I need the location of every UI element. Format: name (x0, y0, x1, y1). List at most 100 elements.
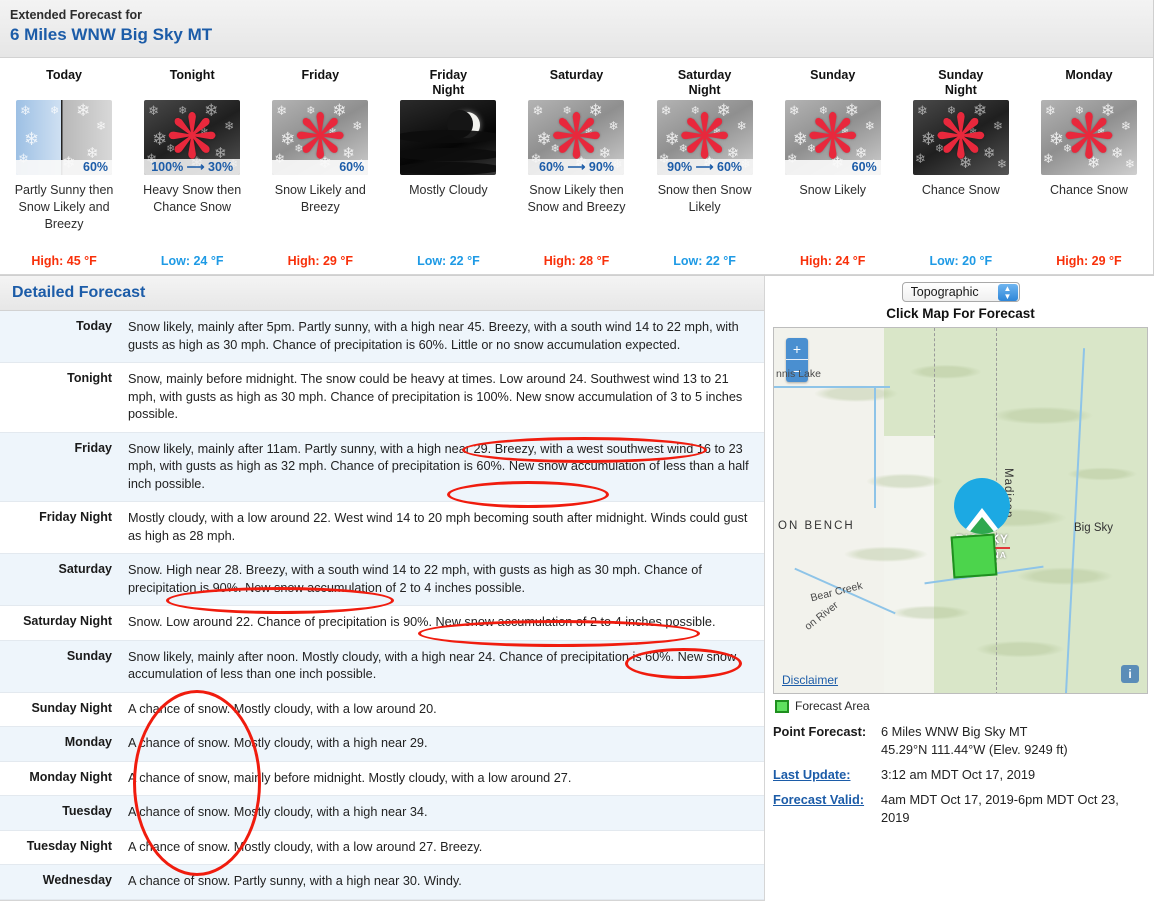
meta-row-last-update: Last Update: 3:12 am MDT Oct 17, 2019 (773, 766, 1148, 784)
forecast-card-summary: Mostly Cloudy (409, 183, 488, 197)
forecast-card-icon-wrapper: ❄❄❄❄❄❄❄❄❄❄❄❋60% ⟶ 90% (516, 100, 636, 176)
forecast-card[interactable]: Friday ❄❄❄❄❄❄❄❄❄❄❄❋60% Snow Likely and Bre… (256, 66, 384, 268)
precipitation-chance-badge: 60% (784, 160, 881, 175)
forecast-card-day: Saturday Night (677, 68, 732, 97)
forecast-area-marker[interactable] (950, 533, 998, 579)
cloud-band (400, 162, 497, 175)
detailed-forecast-panel: Detailed Forecast Today Snow likely, main… (0, 276, 765, 901)
map-river-1 (774, 386, 890, 388)
map-disclaimer-link[interactable]: Disclaimer (782, 673, 838, 687)
detailed-forecast-row: Tuesday A chance of snow. Mostly cloudy, … (0, 796, 764, 831)
forecast-card-temperature: Low: 22 °F (417, 254, 480, 268)
map-zoom-in-button[interactable]: + (786, 338, 808, 360)
detailed-forecast-rows: Today Snow likely, mainly after 5pm. Part… (0, 311, 764, 900)
map-road-dashed-2 (934, 328, 935, 438)
forecast-card[interactable]: Sunday ❄❄❄❄❄❄❄❄❄❄❄❋60% Snow Likely High: 24… (769, 66, 897, 268)
forecast-map[interactable]: + − nnis Lake ON BENCH on River Bear Cre… (773, 327, 1148, 694)
snow-likely-icon: ❄❄❄❄❄❄❄❄❄❄❄❋60% (784, 100, 881, 175)
forecast-card-icon-wrapper: ❄❄❄❄❄❄❄❄❄❄❄❋90% ⟶ 60% (645, 100, 765, 176)
detailed-forecast-row: Sunday Night A chance of snow. Mostly clo… (0, 692, 764, 727)
detailed-forecast-text: Snow, mainly before midnight. The snow c… (128, 372, 743, 421)
forecast-card-summary: Chance Snow (1050, 183, 1128, 197)
detailed-forecast-period-label: Saturday Night (23, 614, 112, 628)
forecast-card-day: Friday Night (429, 68, 468, 97)
detailed-forecast-row: Monday A chance of snow. Mostly cloudy, w… (0, 727, 764, 762)
forecast-card-strip: Today ❄❄❄❄❄❄❄❄60% Partly Sunny then Snow L… (0, 58, 1153, 275)
large-snowflake-icon: ❋ (1062, 102, 1115, 172)
forecast-card-day: Sunday Night (938, 68, 984, 97)
detailed-forecast-row: Saturday Snow. High near 28. Breezy, with… (0, 554, 764, 606)
precipitation-chance-badge: 90% ⟶ 60% (656, 159, 753, 175)
point-forecast-value: 6 Miles WNW Big Sky MT 45.29°N 111.44°W … (881, 723, 1068, 759)
forecast-card-icon-wrapper: ❄❄❄❄❄❄❄❄❄❄❄❋100% ⟶ 30% (132, 100, 252, 176)
detailed-forecast-period-label: Tuesday (62, 804, 112, 818)
forecast-card-summary: Snow Likely (799, 183, 867, 197)
forecast-card-icon-wrapper: ❄ ❄ ❄ ❄ ❄ ❄ ❄ ❄ ❄ ❄ ❄ ❋ (901, 100, 1021, 176)
forecast-card-temperature: High: 24 °F (800, 254, 866, 268)
chance-snow-night-icon: ❄ ❄ ❄ ❄ ❄ ❄ ❄ ❄ ❄ ❄ ❄ ❋ (912, 100, 1009, 175)
detailed-forecast-period-label: Sunday (66, 648, 112, 663)
forecast-card-summary: Snow then Snow Likely (657, 183, 752, 214)
basemap-select-wrapper[interactable]: Topographic ▲ ▼ (901, 282, 1020, 302)
map-label-big-sky: Big Sky (1074, 522, 1113, 534)
detailed-forecast-text: Mostly cloudy, with a low around 22. Wes… (128, 511, 748, 543)
forecast-card-day: Monday (1065, 68, 1113, 82)
cloud-band (400, 148, 497, 161)
meta-row-point-forecast: Point Forecast: 6 Miles WNW Big Sky MT 4… (773, 723, 1148, 759)
map-info-button[interactable]: i (1121, 665, 1139, 683)
meta-row-forecast-valid: Forecast Valid: 4am MDT Oct 17, 2019-6pm… (773, 791, 1148, 827)
forecast-card[interactable]: Today ❄❄❄❄❄❄❄❄60% Partly Sunny then Snow L… (0, 66, 128, 268)
forecast-card-temperature: Low: 24 °F (160, 254, 224, 268)
forecast-card-day: Friday (301, 68, 340, 82)
map-river-2 (874, 388, 876, 508)
detailed-forecast-text: Snow. Low around 22. Chance of precipita… (128, 615, 716, 629)
point-forecast-key: Point Forecast: (773, 724, 867, 739)
click-map-hint: Click Map For Forecast (886, 306, 1035, 321)
detailed-forecast-row: Saturday Night Snow. Low around 22. Chanc… (0, 606, 764, 641)
forecast-header-eyebrow: Extended Forecast for (10, 8, 142, 22)
map-label-ennis-lake: nnis Lake (776, 368, 821, 380)
forecast-area-swatch-icon (775, 699, 789, 713)
forecast-card[interactable]: Friday Night Mostly Cloudy Low: 22 °F (384, 66, 512, 268)
detailed-forecast-row: Sunday Snow likely, mainly after noon. Mo… (0, 640, 764, 693)
forecast-card[interactable]: Monday ❄ ❄ ❄ ❄ ❄ ❄ ❄ ❄ ❄ ❄ ❄ ❋ Chance Snow High: 29 °F (1025, 66, 1153, 268)
detailed-forecast-period-label: Monday (64, 735, 112, 749)
detailed-forecast-text: A chance of snow. Mostly cloudy, with a … (128, 736, 428, 750)
last-update-link[interactable]: Last Update: (773, 766, 881, 784)
forecast-card[interactable]: Saturday ❄❄❄❄❄❄❄❄❄❄❄❋60% ⟶ 90% Snow Likely… (512, 66, 640, 268)
forecast-card[interactable]: SaturdayNight ❄❄❄❄❄❄❄❄❄❄❄❋90% ⟶ 60% Snow t… (641, 66, 769, 268)
detailed-forecast-text: A chance of snow. Partly sunny, with a h… (128, 874, 462, 888)
forecast-card[interactable]: Tonight ❄❄❄❄❄❄❄❄❄❄❄❋100% ⟶ 30% Heavy Snow … (128, 66, 256, 268)
forecast-card[interactable]: Sunday Night ❄ ❄ ❄ ❄ ❄ ❄ ❄ ❄ ❄ ❄ ❄ ❋ Chance Snow Low: 2… (897, 66, 1025, 268)
detailed-forecast-row: Today Snow likely, mainly after 5pm. Part… (0, 311, 764, 363)
forecast-location-title: 6 Miles WNW Big Sky MT (10, 25, 213, 44)
forecast-card-day: Sunday (810, 68, 856, 82)
partly-sunny-then-snow-icon: ❄❄❄❄❄❄❄❄60% (16, 100, 113, 175)
precipitation-chance-badge: 60% (16, 160, 113, 175)
detailed-forecast-row: Friday Snow likely, mainly after 11am. Pa… (0, 432, 764, 502)
map-label-on-bench: ON BENCH (778, 520, 855, 532)
forecast-card-day: Tonight (169, 68, 215, 82)
detailed-forecast-period-label: Tonight (67, 371, 112, 385)
detailed-forecast-row: Tuesday Night A chance of snow. Mostly cl… (0, 830, 764, 865)
cloud-band (400, 130, 497, 143)
extended-forecast-panel: Extended Forecast for 6 Miles WNW Big Sk… (0, 0, 1154, 276)
large-snowflake-icon: ❋ (934, 102, 987, 172)
precipitation-chance-badge: 100% ⟶ 30% (144, 159, 241, 175)
forecast-card-icon-wrapper: ❄ ❄ ❄ ❄ ❄ ❄ ❄ ❄ ❄ ❄ ❄ ❋ (1029, 100, 1149, 176)
basemap-select[interactable]: Topographic (901, 282, 1020, 302)
detailed-forecast-text: Snow. High near 28. Breezy, with a south… (128, 563, 702, 595)
detailed-forecast-text: A chance of snow. Mostly cloudy, with a … (128, 805, 428, 819)
mountain-logo-icon (954, 478, 1010, 534)
detailed-forecast-period-label: Friday (74, 440, 112, 455)
detailed-forecast-period-label: Sunday Night (31, 700, 112, 715)
detailed-forecast-text: A chance of snow, mainly before midnight… (128, 770, 572, 785)
detailed-forecast-row: Tonight Snow, mainly before midnight. The… (0, 363, 764, 433)
precipitation-chance-badge: 60% ⟶ 90% (528, 159, 625, 175)
forecast-card-icon-wrapper: ❄❄❄❄❄❄❄❄60% (4, 100, 124, 176)
forecast-card-day: Today (46, 68, 82, 82)
detailed-forecast-text: A chance of snow. Mostly cloudy, with a … (128, 839, 483, 854)
map-column: Topographic ▲ ▼ Click Map For Forecast + … (765, 276, 1154, 834)
detailed-forecast-row: Monday Night A chance of snow, mainly bef… (0, 761, 764, 796)
forecast-valid-link[interactable]: Forecast Valid: (773, 791, 881, 827)
